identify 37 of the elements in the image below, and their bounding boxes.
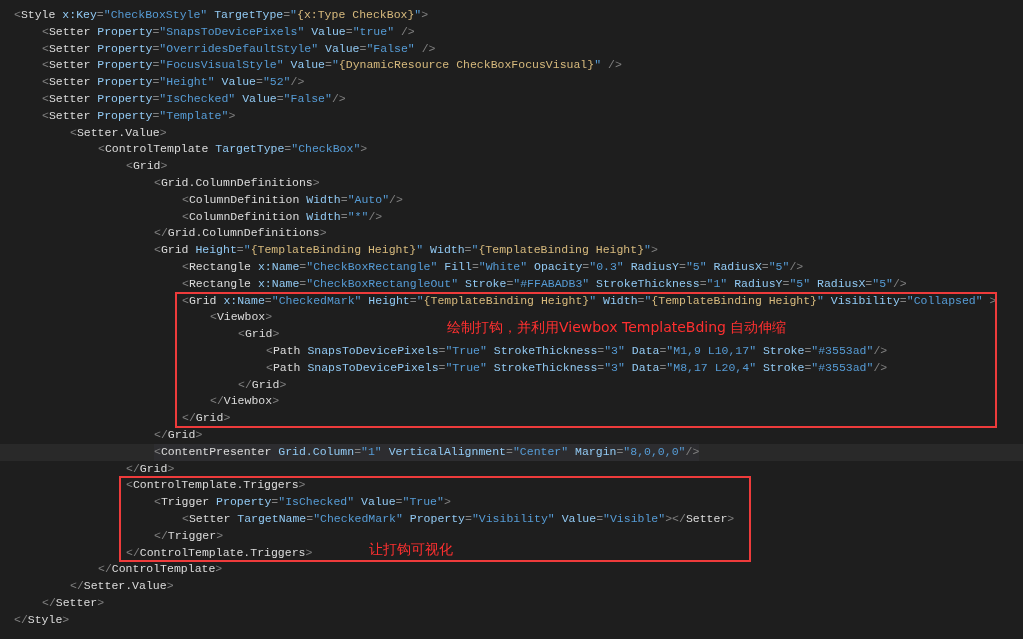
code-line: <ControlTemplate TargetType="CheckBox"> <box>98 141 368 158</box>
code-line: </ControlTemplate> <box>98 561 223 578</box>
code-line: </Trigger> <box>154 527 224 544</box>
annotation-text: 绘制打钩，并利用Viewbox TemplateBding 自动伸缩 <box>447 317 787 336</box>
annotation-text: 让打钩可视化 <box>369 540 453 559</box>
code-line: <Setter Property="SnapsToDevicePixels" Value="true" /> <box>42 23 415 40</box>
code-line: </ControlTemplate.Triggers> <box>126 544 313 561</box>
code-line: </Grid> <box>126 460 175 477</box>
code-line: </Grid> <box>238 376 287 393</box>
code-line: <Setter Property="Height" Value="52"/> <box>42 74 305 91</box>
code-line: <Grid.ColumnDefinitions> <box>154 174 320 191</box>
code-line: <Grid> <box>126 158 168 175</box>
code-line: <Rectangle x:Name="CheckBoxRectangle" Fill="White" Opacity="0.3" RadiusY="5" RadiusX="5"/> <box>182 258 804 275</box>
code-line: <Setter Property="FocusVisualStyle" Value="{DynamicResource CheckBoxFocusVisual}" /> <box>42 57 622 74</box>
code-line: <Setter.Value> <box>70 124 167 141</box>
code-line: </Viewbox> <box>210 393 280 410</box>
code-line: <Viewbox> <box>210 309 273 326</box>
code-line: <Style x:Key="CheckBoxStyle" TargetType="{x:Type CheckBox}"> <box>14 7 429 23</box>
code-line: <Path SnapsToDevicePixels="True" StrokeThickness="3" Data="M8,17 L20,4" Stroke="#3553ad"/> <box>266 359 888 376</box>
code-line: </Setter.Value> <box>70 578 174 595</box>
code-line: <ColumnDefinition Width="*"/> <box>182 208 383 225</box>
code-line: </Setter> <box>42 594 105 611</box>
code-line: </Grid> <box>182 410 231 427</box>
code-line: <Path SnapsToDevicePixels="True" StrokeThickness="3" Data="M1,9 L10,17" Stroke="#3553ad"/> <box>266 342 888 359</box>
code-line: <Grid Height="{TemplateBinding Height}" Width="{TemplateBinding Height}"> <box>154 242 658 259</box>
code-line: <Setter Property="OverridesDefaultStyle" Value="False" /> <box>42 40 436 57</box>
code-line: </Grid> <box>154 426 203 443</box>
code-line: <Rectangle x:Name="CheckBoxRectangleOut" Stroke="#FFABADB3" StrokeThickness="1" RadiusY="5" RadiusX="5"/> <box>182 275 907 292</box>
code-line: <Trigger Property="IsChecked" Value="True"> <box>154 494 451 511</box>
code-line: </Style> <box>14 611 70 628</box>
code-line: <Setter Property="IsChecked" Value="False"/> <box>42 91 346 107</box>
code-line: <Grid> <box>238 326 280 343</box>
code-line: <Setter Property="Template"> <box>42 107 236 124</box>
code-line: <ColumnDefinition Width="Auto"/> <box>182 191 403 208</box>
code-line: </Grid.ColumnDefinitions> <box>154 225 327 242</box>
code-line: <ControlTemplate.Triggers> <box>126 477 306 494</box>
code-line: <Setter TargetName="CheckedMark" Property="Visibility" Value="Visible"></Setter> <box>182 510 735 527</box>
